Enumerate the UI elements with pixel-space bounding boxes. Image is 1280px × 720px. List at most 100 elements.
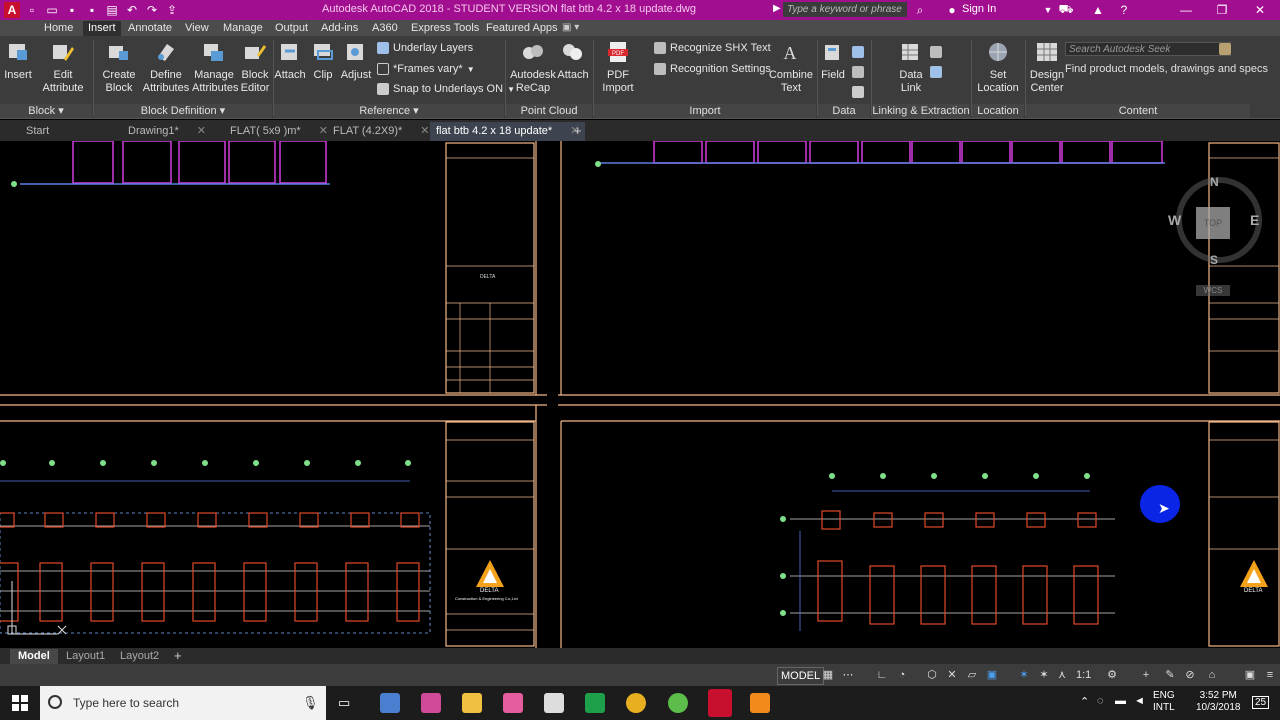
restore-button[interactable]: ❐ xyxy=(1204,0,1240,20)
point-cloud-panel-label[interactable]: Point Cloud xyxy=(506,104,592,118)
import-panel-label[interactable]: Import xyxy=(594,104,816,118)
set-location-button[interactable]: Set Location xyxy=(976,41,1020,95)
autocad-taskbar-icon[interactable] xyxy=(708,689,732,717)
layout-tab-model[interactable]: Model xyxy=(10,649,58,664)
workspace-gear-icon[interactable]: ⚙ xyxy=(1106,669,1118,681)
new-tab-button[interactable]: + xyxy=(574,123,582,138)
combine-text-button[interactable]: A Combine Text xyxy=(768,41,814,95)
frames-vary-dropdown[interactable]: *Frames vary* ▼ xyxy=(377,63,475,75)
a360-icon[interactable]: ▲ xyxy=(1090,2,1106,18)
doc-tab-flat-4-2x9[interactable]: FLAT (4.2X9)* ✕ xyxy=(327,122,436,141)
microphone-icon[interactable]: 🎙 xyxy=(302,695,319,711)
app-icon-6[interactable] xyxy=(585,693,605,713)
user-icon[interactable]: ● xyxy=(944,2,960,18)
extract-data-icon[interactable] xyxy=(930,46,942,58)
ribbon-arrow-icon[interactable]: ▶ xyxy=(773,3,781,14)
pdf-import-button[interactable]: PDF PDF Import xyxy=(598,41,638,95)
tab-a360[interactable]: A360 xyxy=(367,21,403,36)
recognize-shx-text-button[interactable]: Recognize SHX Text xyxy=(654,42,771,54)
network-icon[interactable]: ◌ xyxy=(1097,695,1104,707)
isodraft-icon[interactable]: ⬡ xyxy=(926,669,938,681)
taskbar-search-input[interactable]: Type here to search xyxy=(40,686,326,720)
ribbon-options-icon[interactable]: ▣ ▾ xyxy=(562,22,579,33)
doc-tab-start[interactable]: Start xyxy=(20,122,55,141)
data-link-button[interactable]: Data Link xyxy=(894,41,928,95)
open-folder-icon[interactable]: ▭ xyxy=(44,2,60,18)
point-cloud-attach-button[interactable]: Attach xyxy=(556,41,590,82)
block-definition-panel-label[interactable]: Block Definition ▾ xyxy=(94,104,272,118)
plus-icon[interactable]: + xyxy=(1140,669,1152,681)
reference-panel-label[interactable]: Reference ▾ xyxy=(274,104,504,118)
tab-home[interactable]: Home xyxy=(39,21,78,36)
tab-output[interactable]: Output xyxy=(270,21,313,36)
annotation-visibility-icon[interactable]: ✶ xyxy=(1038,669,1050,681)
block-panel-label[interactable]: Block ▾ xyxy=(0,104,92,118)
close-icon[interactable]: ✕ xyxy=(197,125,206,137)
adjust-button[interactable]: Adjust xyxy=(340,41,372,82)
snap-to-underlays-dropdown[interactable]: Snap to Underlays ON ▼ xyxy=(377,83,515,95)
start-button[interactable] xyxy=(0,686,40,720)
help-icon[interactable]: ? xyxy=(1116,2,1132,18)
cart-icon[interactable]: ⛟ xyxy=(1058,2,1074,18)
vlc-icon[interactable] xyxy=(750,693,770,713)
ortho-icon[interactable]: ∟ xyxy=(876,669,888,681)
task-view-icon[interactable]: ▭ xyxy=(338,695,350,711)
attach-button[interactable]: Attach xyxy=(274,41,306,82)
app-icon-8[interactable] xyxy=(668,693,688,713)
volume-icon[interactable]: ◄ xyxy=(1134,695,1145,707)
app-icon-1[interactable] xyxy=(380,693,400,713)
grid-icon[interactable]: ▦ xyxy=(822,669,834,681)
viewcube-east[interactable]: E xyxy=(1250,212,1259,228)
dropdown-arrow-icon[interactable]: ▼ xyxy=(1040,2,1056,18)
viewcube-top-face[interactable]: TOP xyxy=(1196,207,1230,239)
model-space-button[interactable]: MODEL xyxy=(777,667,825,685)
share-icon[interactable]: ⇪ xyxy=(164,2,180,18)
tab-annotate[interactable]: Annotate xyxy=(123,21,177,36)
tab-view[interactable]: View xyxy=(180,21,214,36)
app-icon-5[interactable] xyxy=(544,693,564,713)
seek-search-input[interactable]: Search Autodesk Seek xyxy=(1065,42,1231,56)
recognition-settings-button[interactable]: Recognition Settings xyxy=(654,63,771,75)
define-attributes-button[interactable]: Define Attributes xyxy=(142,41,190,95)
add-layout-button[interactable]: + xyxy=(174,648,182,663)
manage-attributes-button[interactable]: Manage Attributes xyxy=(192,41,238,95)
doc-tab-flat-btb[interactable]: flat btb 4.2 x 18 update* ✕ xyxy=(430,122,586,141)
doc-tab-drawing1[interactable]: Drawing1* ✕ xyxy=(122,122,212,141)
redo-icon[interactable]: ↷ xyxy=(144,2,160,18)
search-icon[interactable]: ⌕ xyxy=(912,2,928,18)
upload-icon[interactable] xyxy=(930,66,942,78)
notifications-badge[interactable]: 25 xyxy=(1252,696,1270,709)
snap-mode-icon[interactable]: ⋯ xyxy=(842,669,854,681)
app-icon-2[interactable] xyxy=(421,693,441,713)
edit-attribute-button[interactable]: Edit Attribute xyxy=(40,41,86,95)
hardware-acceleration-icon[interactable]: ✎ xyxy=(1164,669,1176,681)
tab-express-tools[interactable]: Express Tools xyxy=(406,21,484,36)
layout-tab-layout2[interactable]: Layout2 xyxy=(112,649,167,664)
close-icon[interactable]: ✕ xyxy=(420,125,429,137)
save-as-icon[interactable]: ▪ xyxy=(84,2,100,18)
seek-search-icon[interactable] xyxy=(1219,43,1231,55)
design-center-button[interactable]: Design Center xyxy=(1027,41,1067,95)
selection-cycle-icon[interactable]: ▣ xyxy=(986,669,998,681)
update-fields-icon[interactable] xyxy=(852,46,864,58)
viewcube[interactable]: N W E S TOP WCS xyxy=(1166,173,1266,297)
annotation-icon[interactable]: ✶ xyxy=(1018,669,1030,681)
insert-button[interactable]: Insert xyxy=(2,41,34,82)
new-file-icon[interactable]: ▫ xyxy=(24,2,40,18)
tab-add-ins[interactable]: Add-ins xyxy=(316,21,363,36)
tab-manage[interactable]: Manage xyxy=(218,21,268,36)
minimize-button[interactable]: — xyxy=(1168,0,1204,20)
viewcube-north[interactable]: N xyxy=(1210,175,1219,189)
clip-button[interactable]: Clip xyxy=(308,41,338,82)
block-editor-button[interactable]: Block Editor xyxy=(238,41,272,95)
otrack-icon[interactable]: ▱ xyxy=(966,669,978,681)
save-icon[interactable]: ▪ xyxy=(64,2,80,18)
create-block-button[interactable]: Create Block xyxy=(98,41,140,95)
file-explorer-icon[interactable] xyxy=(462,693,482,713)
language-indicator[interactable]: ENG INTL xyxy=(1153,690,1175,714)
tab-insert[interactable]: Insert xyxy=(83,21,121,36)
clock[interactable]: 3:52 PM 10/3/2018 xyxy=(1196,690,1241,714)
underlay-layers-button[interactable]: Underlay Layers xyxy=(377,42,473,54)
ole-object-icon[interactable] xyxy=(852,66,864,78)
battery-icon[interactable]: ▬ xyxy=(1115,695,1126,707)
